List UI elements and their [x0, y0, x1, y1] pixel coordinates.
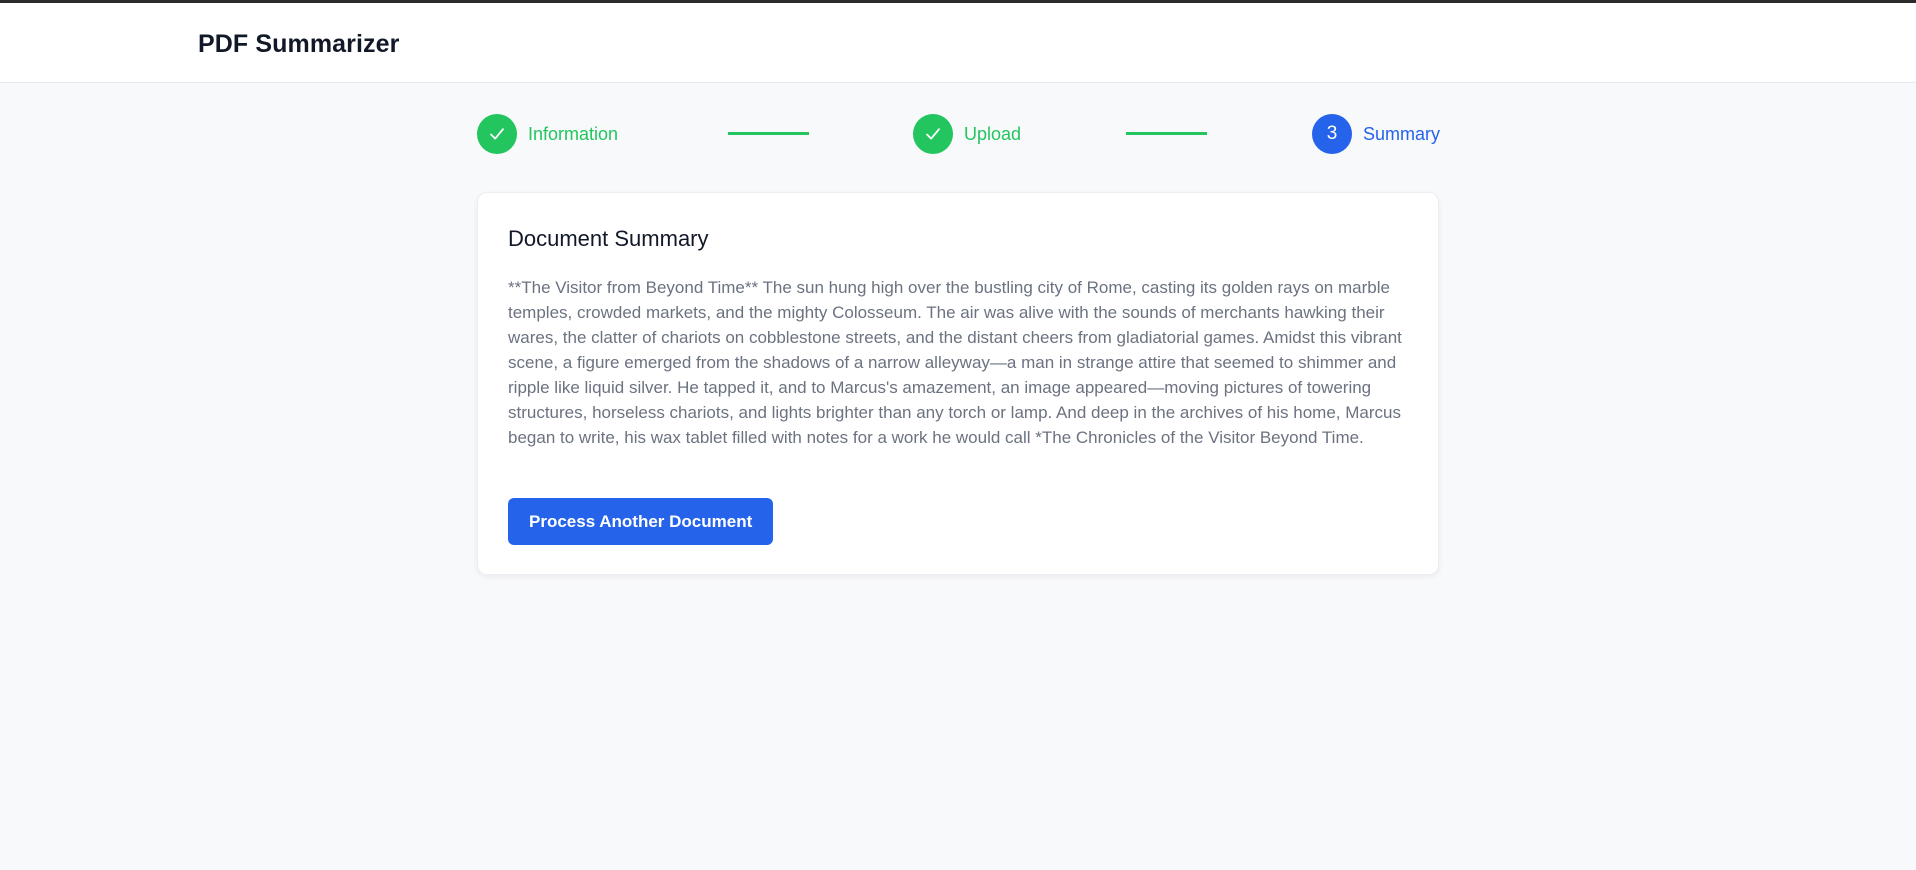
step-summary[interactable]: 3 Summary [1312, 113, 1440, 155]
check-icon [913, 114, 953, 154]
step-connector [1126, 132, 1207, 135]
app-title: PDF Summarizer [198, 30, 400, 58]
summary-card: Document Summary **The Visitor from Beyo… [477, 192, 1439, 575]
step-connector [728, 132, 809, 135]
summary-title: Document Summary [508, 226, 709, 251]
step-summary-label: Summary [1363, 123, 1441, 144]
summary-text: **The Visitor from Beyond Time** The sun… [508, 278, 1402, 447]
step-information[interactable]: Information [477, 113, 618, 155]
step-number-badge: 3 [1312, 114, 1352, 154]
app-header: PDF Summarizer [0, 3, 1916, 83]
process-another-document-button[interactable]: Process Another Document [508, 498, 774, 545]
step-upload-label: Upload [964, 123, 1022, 144]
step-information-label: Information [528, 123, 619, 144]
progress-stepper: Information Upload 3 Summary [477, 113, 1440, 155]
check-icon [477, 114, 517, 154]
step-upload[interactable]: Upload [913, 113, 1021, 155]
